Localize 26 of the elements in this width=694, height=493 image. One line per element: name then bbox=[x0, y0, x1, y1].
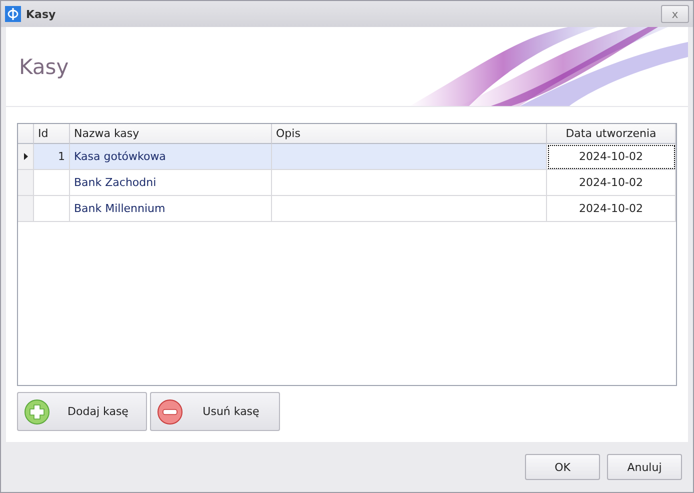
row-indicator[interactable] bbox=[18, 144, 34, 170]
app-icon bbox=[5, 6, 21, 22]
plus-icon bbox=[24, 398, 50, 424]
table-cell bbox=[34, 170, 70, 196]
header-corner bbox=[18, 124, 34, 144]
close-button[interactable]: x bbox=[661, 5, 689, 23]
table-cell: 2024-10-02 bbox=[547, 196, 676, 222]
table-cell bbox=[34, 196, 70, 222]
table-cell: Bank Zachodni bbox=[70, 170, 272, 196]
table-cell: 2024-10-02 bbox=[547, 170, 676, 196]
table-cell: Bank Millennium bbox=[70, 196, 272, 222]
minus-icon bbox=[157, 398, 183, 424]
cancel-button[interactable]: Anuluj bbox=[607, 454, 682, 480]
window-title: Kasy bbox=[26, 8, 56, 20]
column-header[interactable]: Id bbox=[34, 124, 70, 144]
page-title: Kasy bbox=[19, 54, 69, 78]
ok-button[interactable]: OK bbox=[525, 454, 600, 480]
current-row-icon bbox=[24, 153, 28, 160]
column-header[interactable]: Data utworzenia bbox=[547, 124, 676, 144]
column-header[interactable]: Opis bbox=[272, 124, 547, 144]
column-header[interactable]: Nazwa kasy bbox=[70, 124, 272, 144]
remove-button[interactable]: Usuń kasę bbox=[150, 392, 280, 431]
table-cell: 1 bbox=[34, 144, 70, 170]
add-button[interactable]: Dodaj kasę bbox=[17, 392, 147, 431]
table-cell: Kasa gotówkowa bbox=[70, 144, 272, 170]
table-cell: 2024-10-02 bbox=[547, 144, 676, 170]
